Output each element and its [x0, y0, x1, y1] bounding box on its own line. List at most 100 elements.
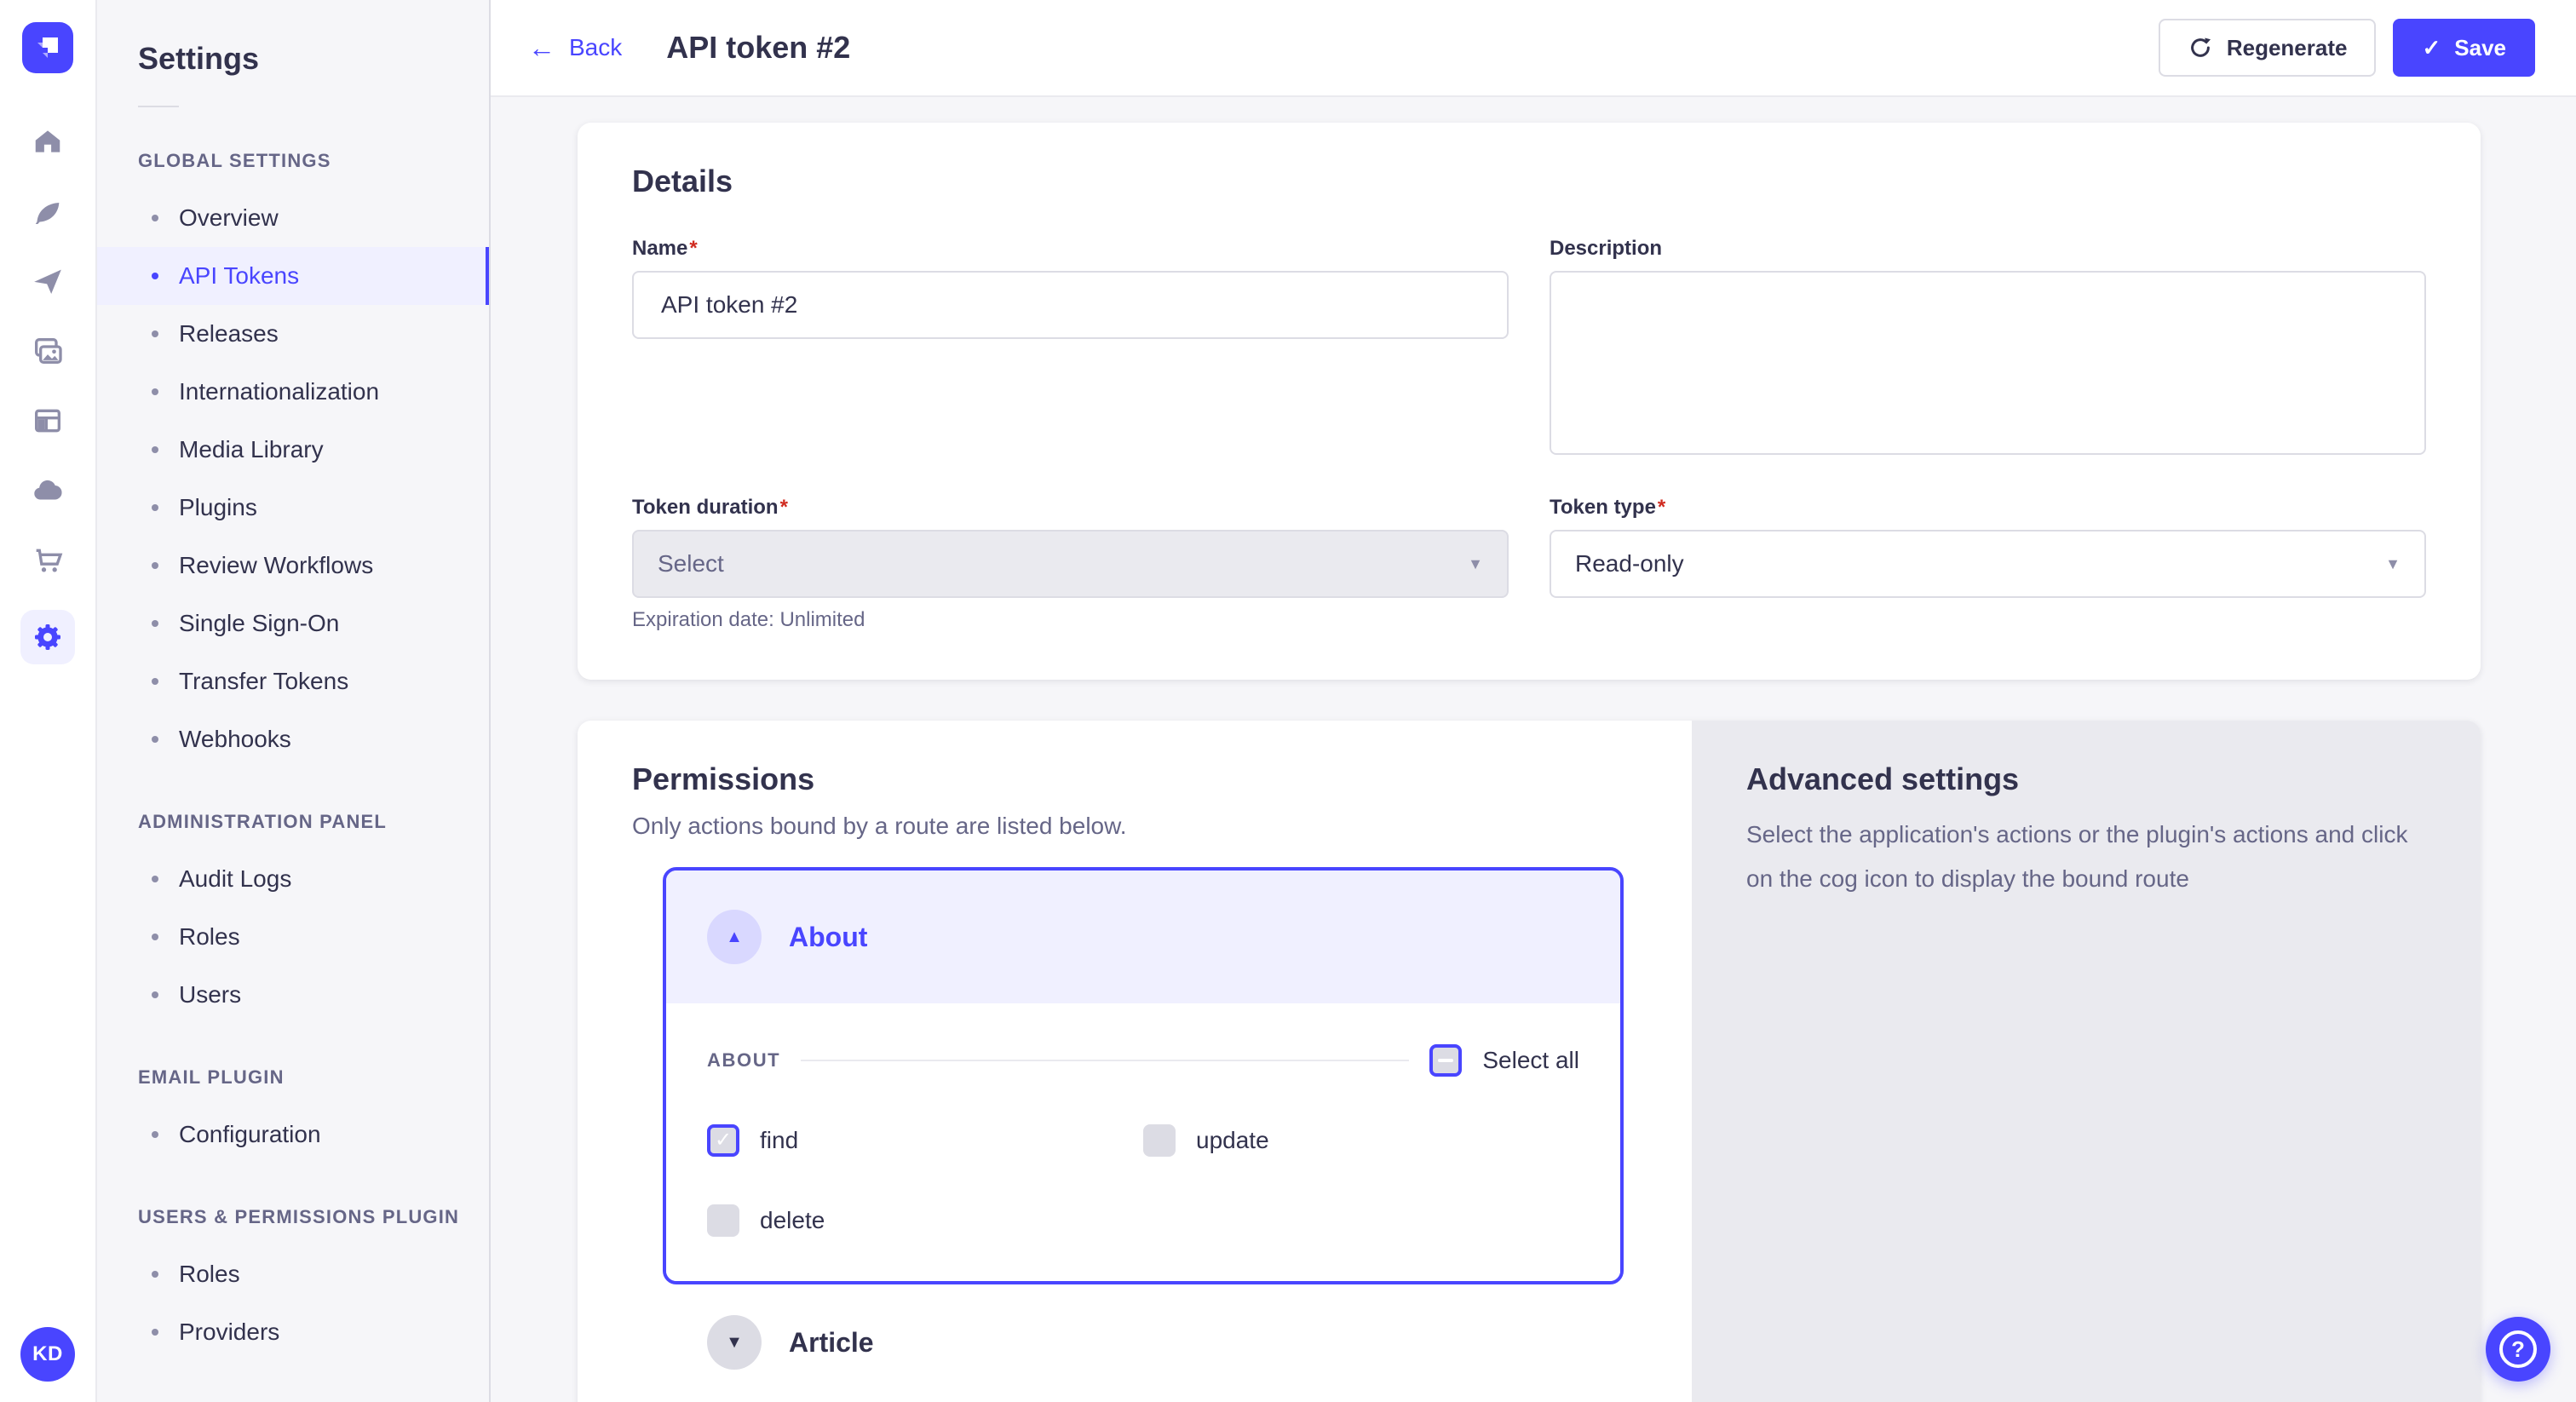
section-label: USERS & PERMISSIONS PLUGIN [97, 1206, 489, 1228]
sidebar-item-providers[interactable]: Providers [97, 1303, 489, 1361]
token-duration-field-group: Token duration* Select ▼ Expiration date… [632, 496, 1509, 632]
select-all-label: Select all [1482, 1047, 1579, 1074]
collapse-toggle[interactable]: ▲ [707, 910, 762, 964]
bullet [152, 876, 158, 882]
section-global-settings: GLOBAL SETTINGS Overview API Tokens Rele… [97, 150, 489, 768]
bullet [152, 1271, 158, 1278]
advanced-settings-title: Advanced settings [1746, 761, 2426, 797]
page-header: ← Back API token #2 Regenerate ✓ Save [491, 0, 2576, 97]
expiration-hint: Expiration date: Unlimited [632, 608, 1509, 632]
token-type-select[interactable]: Read-only ▼ [1550, 530, 2426, 598]
about-group-row: ABOUT Select all [707, 1044, 1579, 1077]
paper-plane-icon[interactable] [27, 261, 68, 302]
sidebar-title: Settings [97, 41, 489, 77]
chevron-down-icon: ▼ [2385, 555, 2401, 573]
section-label: EMAIL PLUGIN [97, 1066, 489, 1089]
section-email-plugin: EMAIL PLUGIN Configuration [97, 1066, 489, 1164]
description-field-group: Description [1550, 237, 2426, 462]
permissions-panel: Permissions Only actions bound by a rout… [578, 721, 1692, 1402]
about-group-label: ABOUT [707, 1049, 780, 1072]
bullet [152, 504, 158, 511]
main-nav-rail: KD [0, 0, 97, 1402]
strapi-logo[interactable] [22, 22, 73, 73]
page-content: Details Name* Description Token duration… [491, 97, 2576, 1402]
header-actions: Regenerate ✓ Save [2159, 19, 2535, 77]
chevron-down-icon: ▼ [726, 1334, 743, 1351]
chevron-up-icon: ▲ [726, 928, 743, 945]
sidebar-item-webhooks[interactable]: Webhooks [97, 710, 489, 768]
delete-checkbox[interactable] [707, 1204, 739, 1237]
token-duration-select[interactable]: Select ▼ [632, 530, 1509, 598]
about-actions: ✓ find update delete [707, 1124, 1579, 1237]
help-button[interactable]: ? [2486, 1317, 2550, 1382]
expand-toggle[interactable]: ▼ [707, 1315, 762, 1370]
about-accordion-header[interactable]: ▲ About [666, 871, 1620, 1003]
cloud-icon[interactable] [27, 470, 68, 511]
name-input[interactable] [632, 271, 1509, 339]
sidebar-item-roles[interactable]: Roles [97, 908, 489, 966]
description-label: Description [1550, 237, 2426, 261]
indeterminate-mark [1438, 1059, 1453, 1062]
layout-icon[interactable] [27, 400, 68, 441]
sidebar-item-up-roles[interactable]: Roles [97, 1245, 489, 1303]
back-label: Back [569, 34, 622, 61]
sidebar-item-overview[interactable]: Overview [97, 189, 489, 247]
permissions-title: Permissions [632, 761, 1658, 797]
sidebar-item-releases[interactable]: Releases [97, 305, 489, 363]
article-accordion-title: Article [789, 1327, 874, 1359]
sidebar-item-single-sign-on[interactable]: Single Sign-On [97, 595, 489, 652]
select-all-checkbox[interactable] [1429, 1044, 1462, 1077]
page-title: API token #2 [666, 30, 850, 66]
update-checkbox[interactable] [1143, 1124, 1176, 1157]
rail-icon-list [20, 121, 75, 664]
sidebar-item-plugins[interactable]: Plugins [97, 479, 489, 537]
sidebar-item-configuration[interactable]: Configuration [97, 1106, 489, 1164]
sidebar-item-api-tokens[interactable]: API Tokens [97, 247, 489, 305]
settings-sidebar: Settings GLOBAL SETTINGS Overview API To… [97, 0, 491, 1402]
refresh-icon [2188, 35, 2213, 60]
gear-icon-settings-active[interactable] [20, 610, 75, 664]
feather-icon[interactable] [27, 191, 68, 232]
home-icon[interactable] [27, 121, 68, 162]
description-textarea[interactable] [1550, 271, 2426, 455]
sidebar-item-media-library[interactable]: Media Library [97, 421, 489, 479]
permissions-card: Permissions Only actions bound by a rout… [578, 721, 2481, 1402]
chevron-down-icon: ▼ [1468, 555, 1483, 573]
sidebar-item-audit-logs[interactable]: Audit Logs [97, 850, 489, 908]
group-divider [801, 1060, 1409, 1061]
sidebar-item-review-workflows[interactable]: Review Workflows [97, 537, 489, 595]
about-accordion-body: ABOUT Select all ✓ find [666, 1003, 1620, 1281]
sidebar-item-internationalization[interactable]: Internationalization [97, 363, 489, 421]
cart-icon[interactable] [27, 540, 68, 581]
token-type-field-group: Token type* Read-only ▼ [1550, 496, 2426, 632]
media-library-icon[interactable] [27, 330, 68, 371]
bullet [152, 562, 158, 569]
details-form: Name* Description Token duration* Select… [632, 237, 2426, 632]
advanced-settings-panel: Advanced settings Select the application… [1692, 721, 2481, 1402]
back-link[interactable]: ← Back [528, 34, 622, 61]
sidebar-item-users[interactable]: Users [97, 966, 489, 1024]
user-avatar[interactable]: KD [20, 1327, 75, 1382]
app-window: KD Settings GLOBAL SETTINGS Overview API… [0, 0, 2576, 1402]
details-title: Details [632, 164, 2426, 199]
find-checkbox[interactable]: ✓ [707, 1124, 739, 1157]
save-button[interactable]: ✓ Save [2393, 19, 2535, 77]
article-accordion-header[interactable]: ▼ Article [707, 1315, 1658, 1370]
details-card: Details Name* Description Token duration… [578, 123, 2481, 680]
sidebar-item-transfer-tokens[interactable]: Transfer Tokens [97, 652, 489, 710]
section-label: GLOBAL SETTINGS [97, 150, 489, 172]
bullet [152, 215, 158, 221]
action-update: update [1143, 1124, 1579, 1157]
required-asterisk: * [1658, 496, 1665, 519]
action-delete: delete [707, 1204, 1143, 1237]
regenerate-button[interactable]: Regenerate [2159, 19, 2377, 77]
strapi-logo-glyph [32, 32, 63, 63]
advanced-settings-description: Select the application's actions or the … [1746, 813, 2414, 901]
token-type-label: Token type* [1550, 496, 2426, 520]
back-arrow-icon: ← [528, 34, 555, 61]
section-administration-panel: ADMINISTRATION PANEL Audit Logs Roles Us… [97, 811, 489, 1024]
question-mark-icon: ? [2499, 1330, 2537, 1368]
permissions-subtitle: Only actions bound by a route are listed… [632, 813, 1658, 840]
bullet [152, 1329, 158, 1336]
bullet [152, 934, 158, 940]
